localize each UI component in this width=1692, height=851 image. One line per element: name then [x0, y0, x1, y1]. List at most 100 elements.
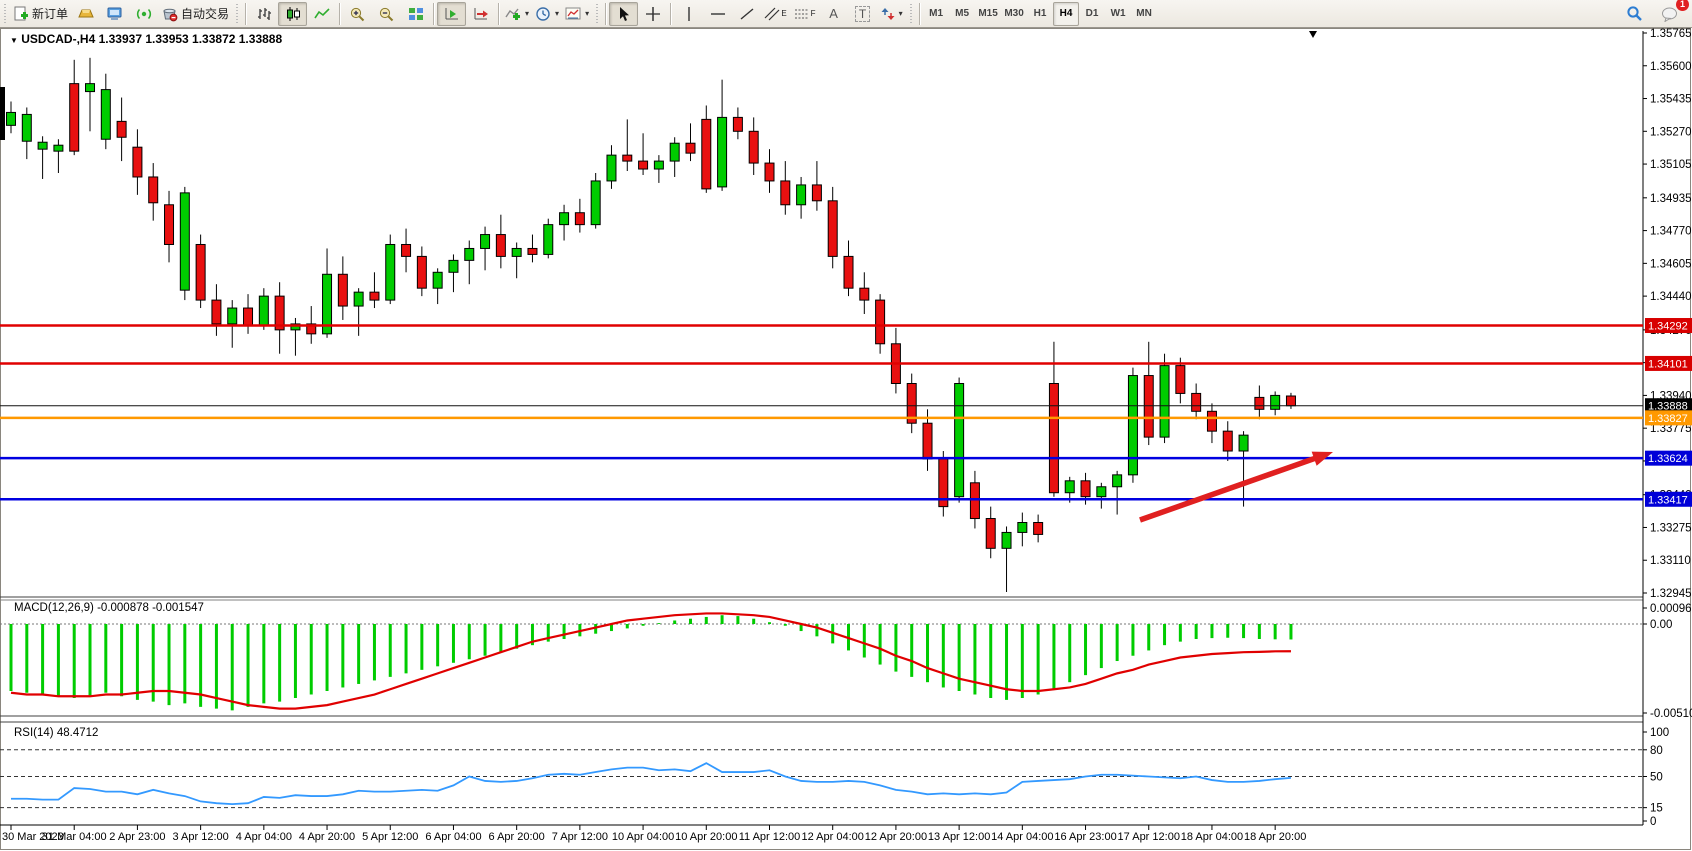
candle-body: [1207, 411, 1216, 431]
auto-scroll-button[interactable]: [437, 2, 466, 26]
toolbar-separator: [919, 3, 920, 25]
horizontal-line-icon: [710, 6, 726, 22]
price-tick-label: 1.35765: [1650, 28, 1692, 40]
chart-shift-icon: [473, 6, 489, 22]
bar-chart-button[interactable]: [249, 2, 278, 26]
timeframe-w1-button[interactable]: W1: [1105, 2, 1131, 26]
fibo-suffix: F: [811, 9, 816, 18]
zoom-out-icon: [378, 6, 395, 22]
candle-body: [386, 244, 395, 300]
candlestick-icon: [285, 6, 301, 22]
toolbar-grip[interactable]: [234, 4, 240, 24]
candle-body: [433, 272, 442, 288]
timeframe-m1-button[interactable]: M1: [923, 2, 949, 26]
notifications-button[interactable]: 1: [1655, 2, 1684, 26]
time-tick-label: 10 Apr 04:00: [612, 831, 674, 843]
price-tag-label: 1.34101: [1648, 358, 1688, 370]
news-signal-button[interactable]: [129, 2, 158, 26]
candle-body: [449, 260, 458, 272]
candle-body: [212, 300, 221, 324]
candle-body: [101, 90, 110, 140]
terminal-button[interactable]: [100, 2, 129, 26]
price-tick-label: 1.34935: [1650, 193, 1692, 205]
chart-shift-button[interactable]: [466, 2, 495, 26]
line-chart-button[interactable]: [307, 2, 336, 26]
candle-body: [1034, 523, 1043, 535]
crosshair-button[interactable]: [638, 2, 667, 26]
new-order-button[interactable]: 新订单: [10, 2, 71, 26]
timeframe-m30-button[interactable]: M30: [1001, 2, 1027, 26]
candle-body: [86, 84, 95, 92]
candle-body: [623, 155, 632, 161]
indicators-button[interactable]: ▾: [502, 2, 532, 26]
autotrading-label: 自动交易: [181, 5, 229, 22]
time-tick-label: 13 Apr 12:00: [928, 831, 990, 843]
trendline-button[interactable]: [732, 2, 761, 26]
candle-body: [1002, 532, 1011, 548]
timeframe-d1-button[interactable]: D1: [1079, 2, 1105, 26]
arrows-dropdown-caret[interactable]: ▾: [899, 9, 903, 18]
timeframe-m15-button[interactable]: M15: [975, 2, 1001, 26]
candle-body: [844, 256, 853, 288]
chart-dropdown-icon[interactable]: ▼: [10, 36, 18, 45]
autotrading-icon: [161, 6, 178, 22]
candle-body: [165, 205, 174, 245]
bar-chart-icon: [256, 6, 272, 22]
horizontal-line-button[interactable]: [703, 2, 732, 26]
toolbar-separator: [670, 3, 671, 25]
candle-body: [259, 296, 268, 326]
candle-body: [955, 383, 964, 496]
timeframe-h1-button[interactable]: H1: [1027, 2, 1053, 26]
periods-button[interactable]: ▾: [532, 2, 562, 26]
fibonacci-button[interactable]: F: [790, 2, 819, 26]
toolbar-grip[interactable]: [908, 4, 914, 24]
channel-suffix: E: [781, 9, 786, 18]
candle-body: [354, 292, 363, 306]
price-tag-label: 1.33417: [1648, 494, 1688, 506]
toolbar-grip[interactable]: [2, 4, 8, 24]
autotrading-button[interactable]: 自动交易: [158, 2, 232, 26]
candle-body: [1144, 376, 1153, 438]
templates-dropdown-caret[interactable]: ▾: [585, 9, 589, 18]
templates-button[interactable]: ▾: [562, 2, 592, 26]
time-tick-label: 7 Apr 12:00: [552, 831, 608, 843]
candle-body: [544, 225, 553, 255]
candle-body: [923, 423, 932, 459]
tile-windows-button[interactable]: [401, 2, 430, 26]
candle-body: [481, 235, 490, 249]
macd-values: -0.000878 -0.001547: [97, 602, 204, 614]
toolbar-separator: [433, 3, 434, 25]
chat-bubble-icon: [1661, 6, 1679, 22]
timeframe-m5-button[interactable]: M5: [949, 2, 975, 26]
candle-body: [149, 177, 158, 203]
toolbar-grip[interactable]: [594, 4, 600, 24]
time-tick-label: 31 Mar 04:00: [42, 831, 107, 843]
market-button[interactable]: [71, 2, 100, 26]
candle-body: [970, 483, 979, 519]
price-tag-label: 1.33624: [1648, 453, 1688, 465]
time-tick-label: 18 Apr 20:00: [1244, 831, 1306, 843]
timeframe-h4-button[interactable]: H4: [1053, 2, 1079, 26]
zoom-in-button[interactable]: [343, 2, 372, 26]
vertical-line-button[interactable]: [674, 2, 703, 26]
tile-windows-icon: [408, 6, 424, 22]
timeframe-mn-button[interactable]: MN: [1131, 2, 1157, 26]
text-label-button[interactable]: T: [848, 2, 877, 26]
search-button[interactable]: [1620, 2, 1649, 26]
candlestick-chart-button[interactable]: [278, 2, 307, 26]
candle-body: [1239, 435, 1248, 451]
time-tick-label: 2 Apr 23:00: [109, 831, 165, 843]
line-chart-icon: [314, 6, 330, 22]
chart-canvas[interactable]: 1.357651.356001.354351.352701.351051.349…: [0, 0, 1692, 851]
arrows-button[interactable]: ▾: [877, 2, 906, 26]
zoom-out-button[interactable]: [372, 2, 401, 26]
indicators-dropdown-caret[interactable]: ▾: [525, 9, 529, 18]
candle-body: [765, 163, 774, 181]
periods-dropdown-caret[interactable]: ▾: [555, 9, 559, 18]
candle-body: [1065, 481, 1074, 493]
equidistant-channel-button[interactable]: E: [761, 2, 790, 26]
candle-body: [591, 181, 600, 225]
candle-body: [639, 161, 648, 169]
cursor-button[interactable]: [609, 2, 638, 26]
text-button[interactable]: A: [819, 2, 848, 26]
